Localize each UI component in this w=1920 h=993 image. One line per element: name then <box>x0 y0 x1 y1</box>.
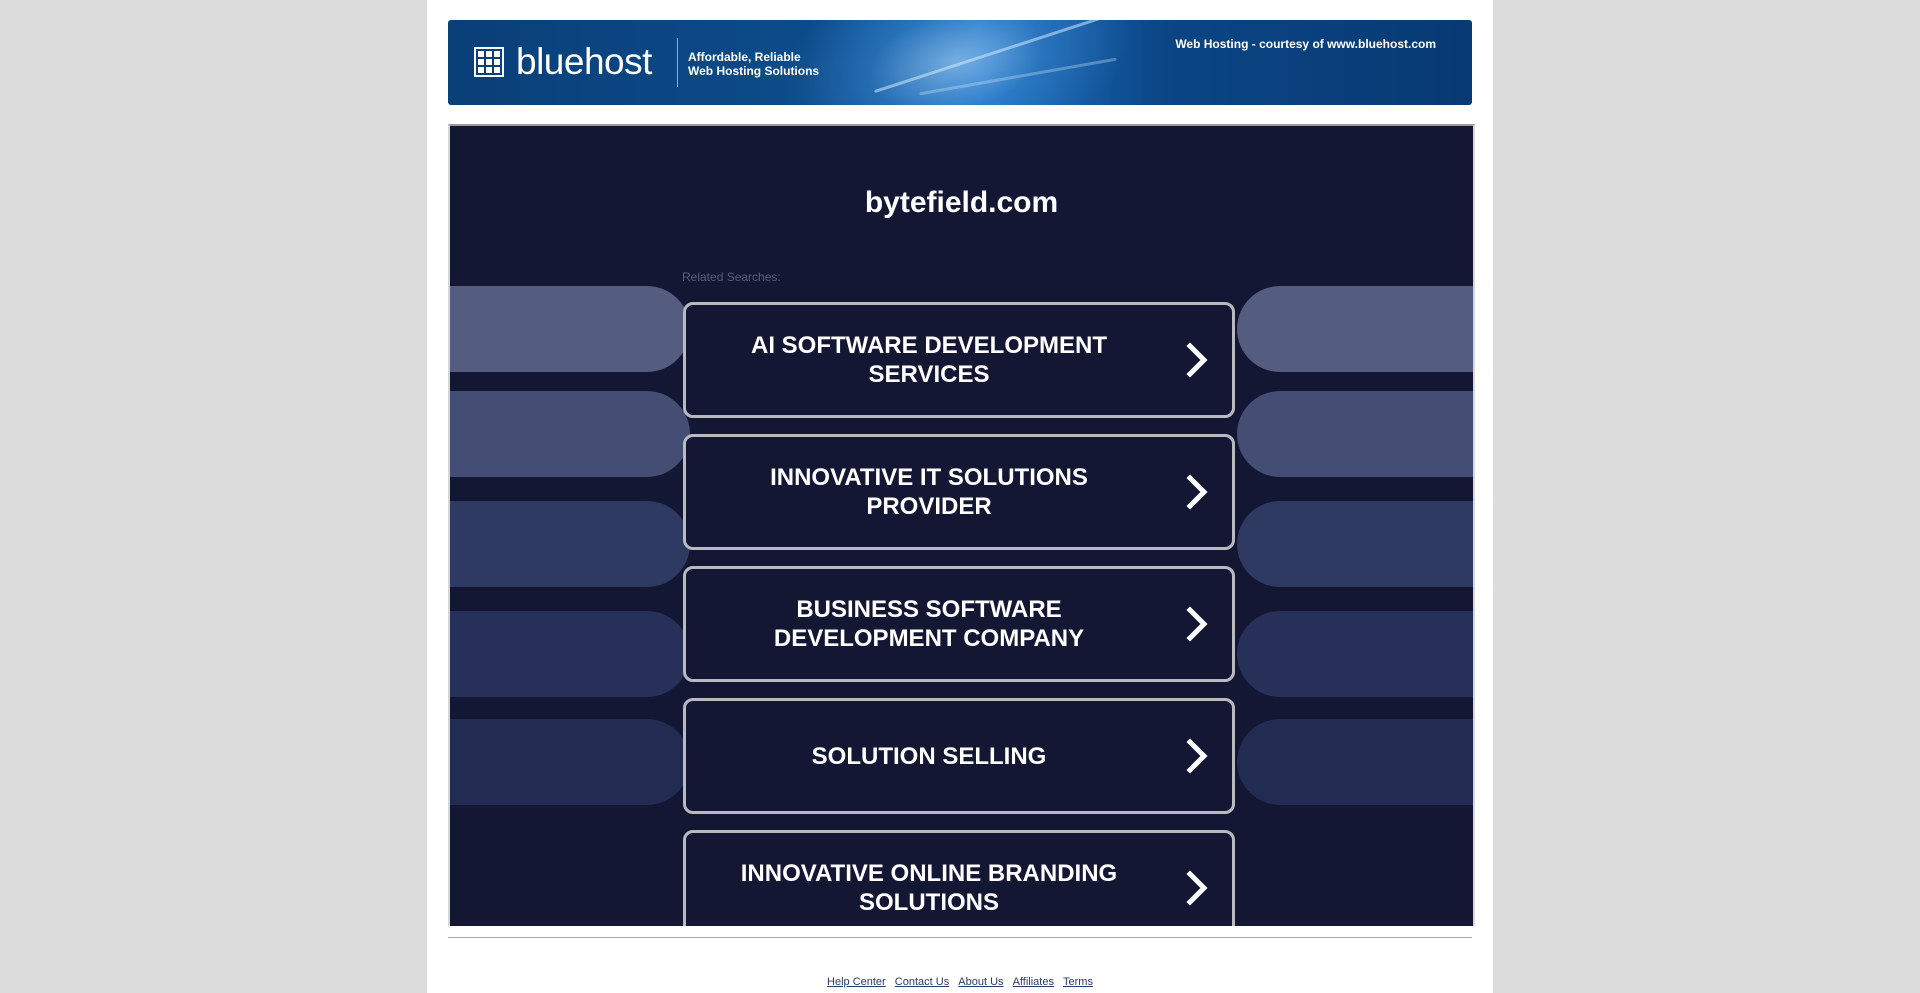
logo-text-bold: host <box>583 41 652 82</box>
header-banner: bluehost Affordable, Reliable Web Hostin… <box>448 20 1472 105</box>
page-container: bluehost Affordable, Reliable Web Hostin… <box>427 0 1493 993</box>
background-bar <box>450 391 690 477</box>
background-bar <box>450 611 690 697</box>
footer-link-affiliates[interactable]: Affiliates <box>1013 976 1054 988</box>
background-bar <box>450 286 690 372</box>
background-bar <box>450 719 690 805</box>
background-bar <box>1237 719 1473 805</box>
related-search-label: SOLUTION SELLING <box>811 742 1047 770</box>
footer-link-contact-us[interactable]: Contact Us <box>895 976 949 988</box>
bluehost-grid-icon <box>474 47 504 77</box>
tagline: Affordable, Reliable Web Hosting Solutio… <box>688 50 819 78</box>
related-search-label: AI SOFTWARE DEVELOPMENT SERVICES <box>750 332 1107 388</box>
footer-link-about-us[interactable]: About Us <box>958 976 1003 988</box>
logo-text-light: blue <box>516 41 584 82</box>
related-search-link[interactable]: AI SOFTWARE DEVELOPMENT SERVICES <box>683 302 1235 418</box>
related-searches-label: Related Searches: <box>682 270 781 284</box>
related-search-link[interactable]: INNOVATIVE IT SOLUTIONS PROVIDER <box>683 434 1235 550</box>
footer-links: Help Center Contact Us About Us Affiliat… <box>427 976 1493 988</box>
bluehost-logo[interactable]: bluehost <box>474 42 652 82</box>
domain-title: bytefield.com <box>864 186 1059 219</box>
related-search-label: INNOVATIVE ONLINE BRANDING SOLUTIONS <box>740 860 1118 916</box>
related-search-link[interactable]: BUSINESS SOFTWARE DEVELOPMENT COMPANY <box>683 566 1235 682</box>
related-search-link[interactable]: INNOVATIVE ONLINE BRANDING SOLUTIONS <box>683 830 1235 926</box>
footer-link-help-center[interactable]: Help Center <box>827 976 886 988</box>
related-search-link[interactable]: SOLUTION SELLING <box>683 698 1235 814</box>
background-bar <box>1237 501 1473 587</box>
tagline-line-1: Affordable, Reliable <box>688 50 801 64</box>
background-bar <box>450 501 690 587</box>
background-bar <box>1237 391 1473 477</box>
courtesy-text: Web Hosting - courtesy of www.bluehost.c… <box>1175 37 1436 51</box>
related-search-label: INNOVATIVE IT SOLUTIONS PROVIDER <box>770 464 1088 520</box>
chevron-right-icon <box>1186 474 1208 510</box>
chevron-right-icon <box>1186 870 1208 906</box>
logo-divider <box>677 38 678 87</box>
background-bar <box>1237 286 1473 372</box>
chevron-right-icon <box>1186 342 1208 378</box>
logo-wordmark: bluehost <box>516 42 652 82</box>
related-search-label: BUSINESS SOFTWARE DEVELOPMENT COMPANY <box>773 596 1085 652</box>
background-bar <box>1237 611 1473 697</box>
footer-link-terms[interactable]: Terms <box>1063 976 1093 988</box>
tagline-line-2: Web Hosting Solutions <box>688 64 820 78</box>
chevron-right-icon <box>1186 738 1208 774</box>
footer-divider <box>448 937 1472 938</box>
parked-domain-panel: bytefield.com Related Searches: AI SOFTW… <box>448 124 1475 926</box>
chevron-right-icon <box>1186 606 1208 642</box>
